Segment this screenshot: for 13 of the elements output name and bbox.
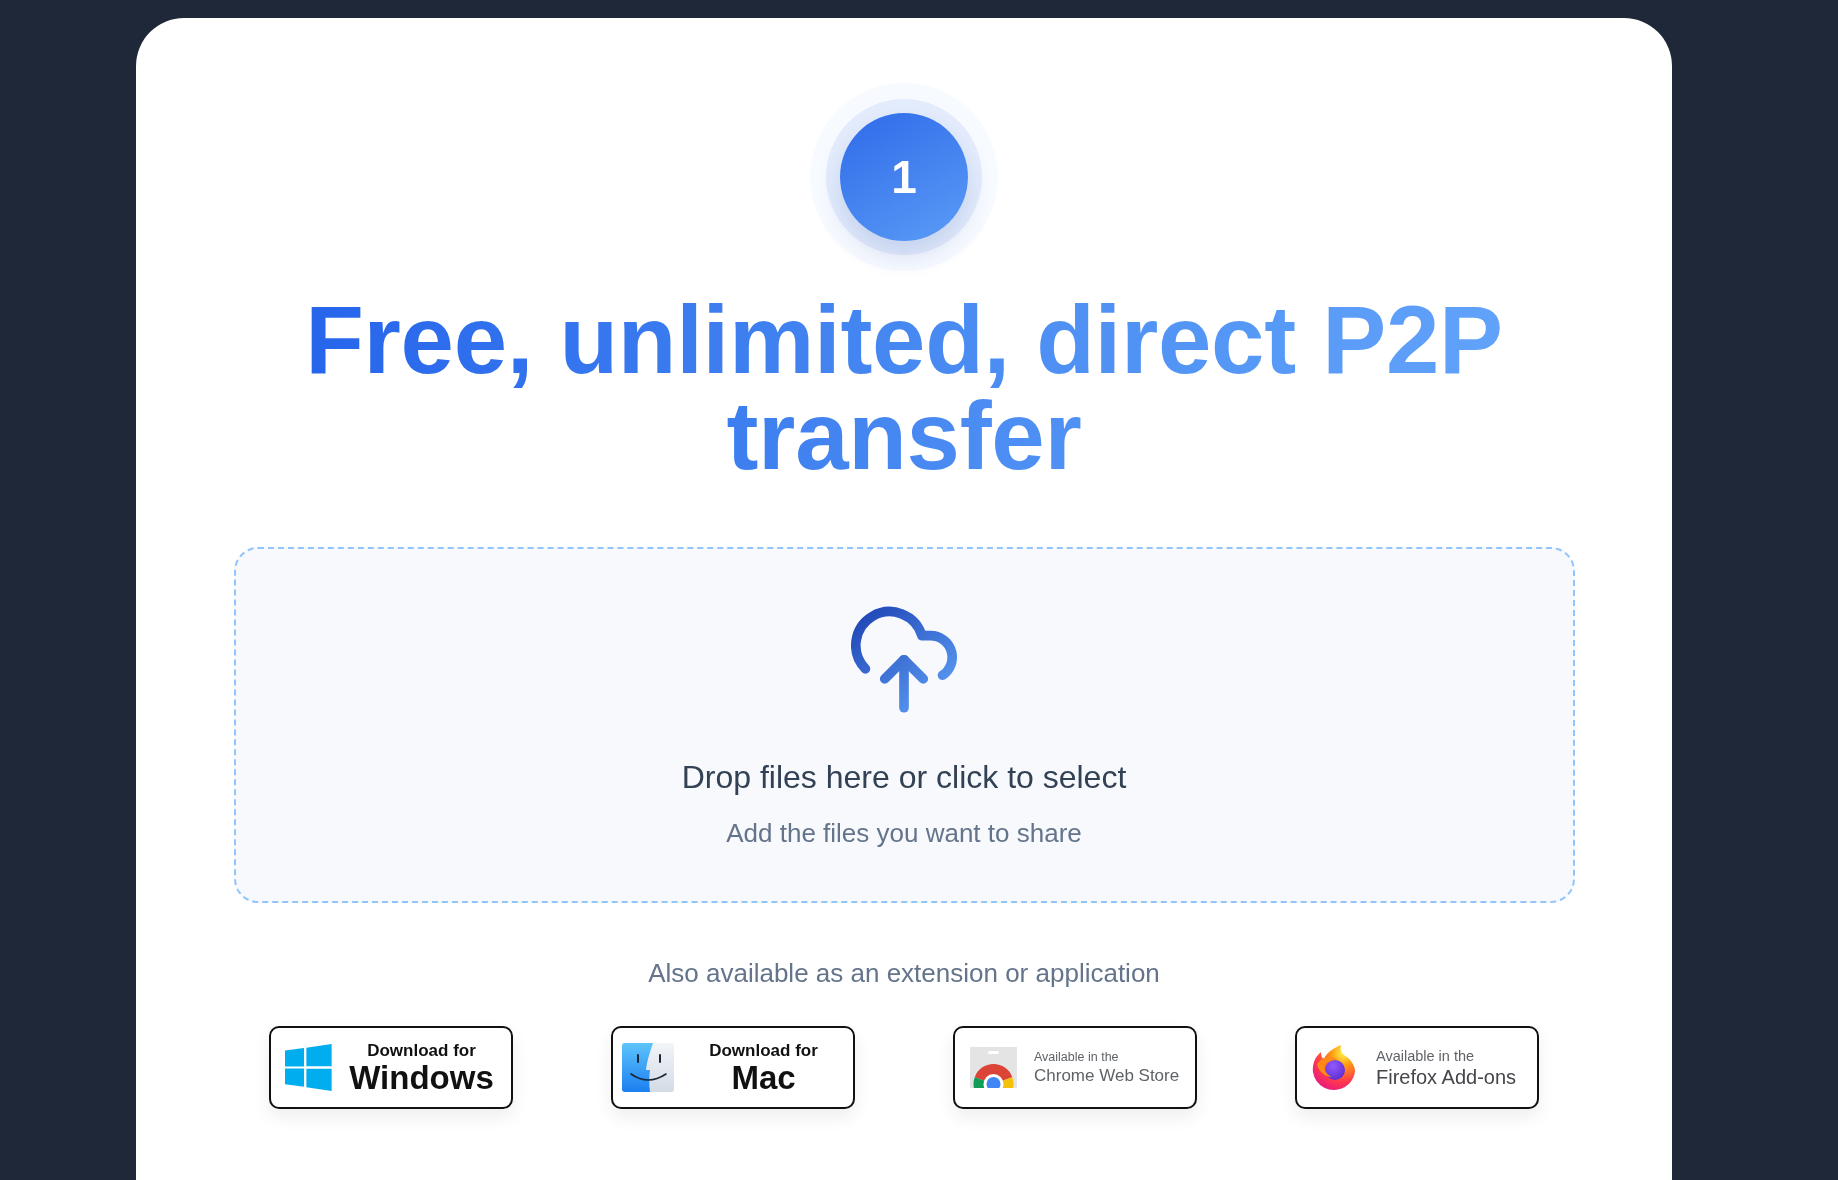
file-drop-zone[interactable]: Drop files here or click to select Add the files you want to share: [233, 547, 1575, 903]
windows-download-button[interactable]: Download for Windows: [269, 1026, 513, 1109]
windows-logo-icon: [285, 1044, 332, 1091]
chrome-web-store-button[interactable]: Available in the Chrome Web Store: [953, 1026, 1197, 1109]
mac-download-button[interactable]: Download for Mac: [611, 1026, 855, 1109]
step-number: 1: [840, 113, 968, 241]
firefox-logo-icon: [1311, 1044, 1357, 1091]
finder-face-icon: [622, 1043, 674, 1092]
chrome-logo-bag-icon: [970, 1047, 1017, 1088]
firefox-addons-button[interactable]: Available in the Firefox Add-ons: [1295, 1026, 1539, 1109]
drop-zone-hint: Add the files you want to share: [726, 817, 1082, 849]
drop-zone-title: Drop files here or click to select: [681, 758, 1127, 797]
availability-caption: Also available as an extension or application: [648, 957, 1160, 989]
